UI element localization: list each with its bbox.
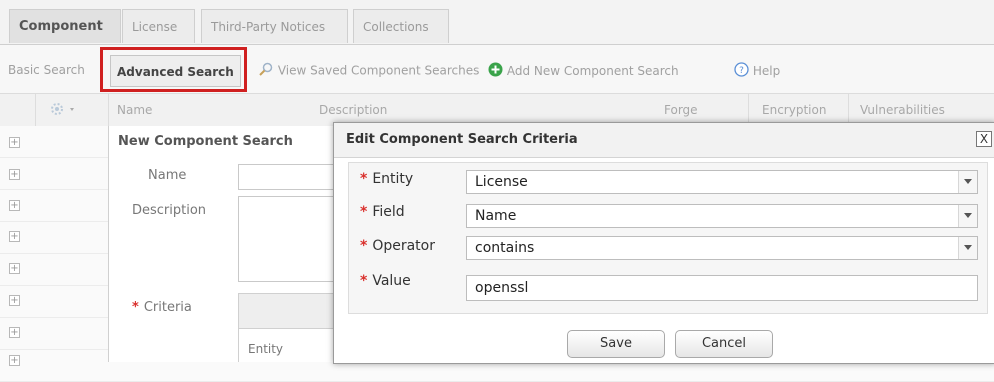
chevron-down-icon[interactable]	[958, 237, 977, 259]
description-input[interactable]	[238, 196, 338, 282]
add-new-search-link[interactable]: Add New Component Search	[488, 62, 679, 78]
entity-label: * Entity	[360, 171, 413, 187]
tab-third-party-notices[interactable]: Third-Party Notices	[201, 9, 348, 43]
expand-row-icon[interactable]: +	[9, 327, 20, 338]
required-marker: *	[360, 273, 368, 289]
save-button[interactable]: Save	[567, 330, 665, 358]
operator-select[interactable]: contains	[466, 236, 978, 260]
operator-value: contains	[475, 240, 535, 256]
field-label: * Field	[360, 204, 405, 220]
svg-text:?: ?	[739, 66, 744, 76]
dialog-title: Edit Component Search Criteria	[346, 132, 578, 147]
search-icon	[258, 62, 274, 80]
value-input[interactable]: openssl	[466, 275, 978, 301]
field-select[interactable]: Name	[466, 204, 978, 228]
criteria-label: * Criteria	[132, 300, 192, 315]
operator-label: * Operator	[360, 238, 435, 254]
name-input[interactable]	[238, 164, 338, 190]
entity-select[interactable]: License	[466, 170, 978, 194]
name-label: Name	[148, 168, 187, 183]
expand-row-icon[interactable]: +	[9, 137, 20, 148]
field-value: Name	[475, 208, 517, 224]
add-new-label: Add New Component Search	[506, 64, 679, 78]
expand-row-icon[interactable]: +	[9, 231, 20, 242]
expand-row-icon[interactable]: +	[9, 355, 20, 366]
expand-row-icon[interactable]: +	[9, 295, 20, 306]
entity-label-text: Entity	[372, 171, 414, 187]
highlight-box	[100, 47, 247, 92]
basic-search-link[interactable]: Basic Search	[8, 62, 85, 78]
expand-row-icon[interactable]: +	[9, 200, 20, 211]
required-marker: *	[360, 204, 368, 220]
tab-component[interactable]: Component	[9, 9, 121, 43]
column-divider	[108, 94, 109, 126]
value-label-text: Value	[372, 273, 411, 289]
cancel-button[interactable]: Cancel	[675, 330, 773, 358]
column-settings-icon[interactable]	[50, 102, 80, 119]
view-saved-label: View Saved Component Searches	[277, 63, 480, 78]
expand-row-icon[interactable]: +	[9, 169, 20, 180]
required-marker: *	[360, 171, 368, 187]
tab-license[interactable]: License	[122, 9, 195, 43]
criteria-table-header	[238, 293, 338, 329]
new-search-title: New Component Search	[118, 134, 293, 149]
help-icon: ?	[734, 62, 749, 81]
description-label: Description	[132, 203, 207, 218]
help-link[interactable]: ? Help	[734, 62, 780, 78]
column-header-name[interactable]: Name	[117, 94, 152, 126]
field-label-text: Field	[372, 204, 405, 220]
expand-row-icon[interactable]: +	[9, 263, 20, 274]
add-icon	[488, 62, 503, 81]
operator-label-text: Operator	[372, 238, 435, 254]
criteria-entity-column: Entity	[248, 342, 284, 356]
required-marker: *	[360, 238, 368, 254]
entity-value: License	[475, 174, 528, 190]
help-label: Help	[752, 64, 781, 78]
required-marker: *	[132, 300, 139, 315]
close-icon[interactable]: X	[976, 131, 992, 147]
tab-collections[interactable]: Collections	[353, 9, 449, 43]
column-divider	[35, 94, 36, 126]
criteria-label-text: Criteria	[143, 300, 192, 315]
chevron-down-icon[interactable]	[958, 205, 977, 227]
value-label: * Value	[360, 273, 411, 289]
view-saved-searches-link[interactable]: View Saved Component Searches	[258, 62, 479, 78]
chevron-down-icon[interactable]	[958, 171, 977, 193]
